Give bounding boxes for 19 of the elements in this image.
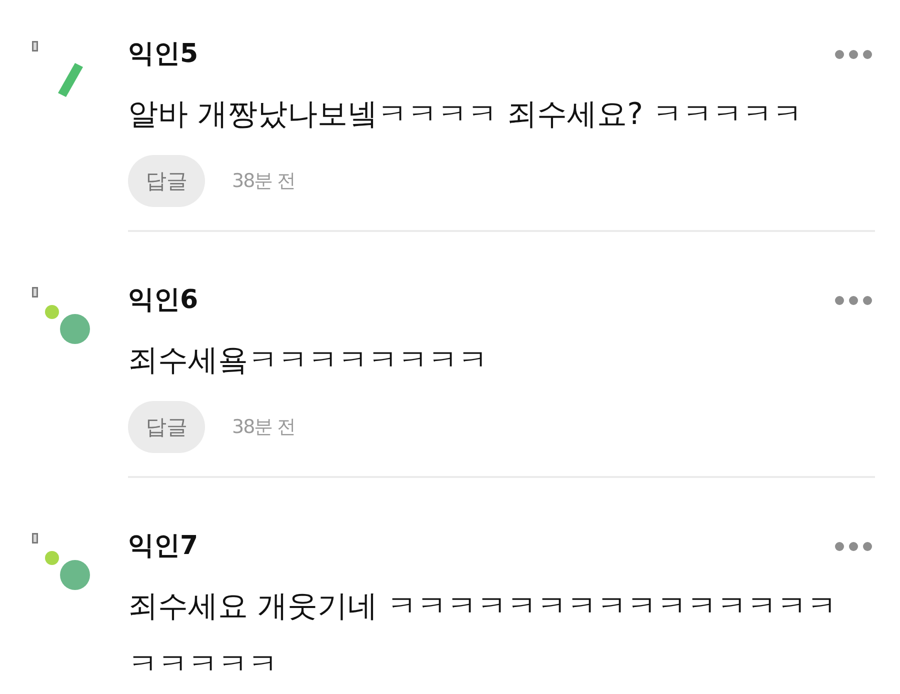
comment-text: 죄수세요 개웃기네 ㅋㅋㅋㅋㅋㅋㅋㅋㅋㅋㅋㅋㅋㅋㅋㅋㅋㅋㅋㅋ: [128, 588, 838, 684]
author-name: 익인6: [128, 284, 198, 316]
more-button[interactable]: [835, 542, 872, 550]
author-name: 익인5: [128, 38, 198, 70]
avatar-icon: [32, 287, 90, 344]
more-button[interactable]: [835, 50, 872, 58]
more-icon: [835, 542, 872, 550]
avatar-icon: [32, 533, 90, 590]
more-button[interactable]: [835, 296, 872, 304]
comment-text: 알바 개짱났나보넼ㅋㅋㅋㅋ 죄수세요? ㅋㅋㅋㅋㅋ: [128, 96, 804, 134]
comment-time: 38분 전: [232, 169, 296, 194]
comment-time: 38분 전: [232, 415, 296, 440]
author-name: 익인7: [128, 530, 198, 562]
reply-button[interactable]: 답글: [128, 155, 205, 207]
comment-text: 죄수세욬ㅋㅋㅋㅋㅋㅋㅋㅋ: [128, 342, 489, 380]
more-icon: [835, 296, 872, 304]
avatar-icon: [32, 41, 83, 97]
more-icon: [835, 50, 872, 58]
reply-button[interactable]: 답글: [128, 401, 205, 453]
